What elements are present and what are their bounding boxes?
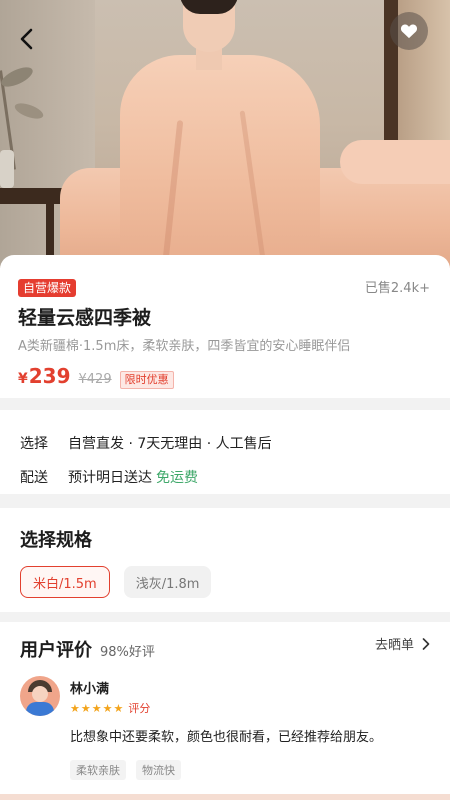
product-title: 轻量云感四季被: [18, 307, 152, 329]
product-subtitle: A类新疆棉·1.5m床，柔软亲肤，四季皆宜的安心睡眠伴侣: [18, 339, 351, 354]
chevron-right-icon: [422, 637, 430, 650]
spec-options: 米白/1.5m 浅灰/1.8m: [20, 566, 430, 598]
service-card[interactable]: 选择 自营直发 · 7天无理由 · 人工售后 配送 预计明日送达 免运费: [0, 410, 450, 494]
original-price: ¥429: [78, 372, 112, 387]
review-tag: 柔软亲肤: [70, 760, 126, 780]
star-icon: ★: [102, 701, 113, 715]
current-price: 239: [28, 364, 71, 388]
review-tags: 柔软亲肤 物流快: [70, 760, 191, 780]
price-currency: ¥: [18, 371, 28, 387]
sold-count: 已售2.4k+: [364, 281, 430, 296]
service-value: 自营直发 · 7天无理由 · 人工售后: [68, 436, 272, 452]
star-icon: ★: [113, 701, 124, 715]
service-row[interactable]: 选择 自营直发 · 7天无理由 · 人工售后: [20, 426, 430, 460]
spec-option-selected[interactable]: 米白/1.5m: [20, 566, 110, 598]
reviewer-name: 林小满: [70, 682, 110, 697]
score-label: 评分: [128, 702, 151, 715]
promo-tag: 限时优惠: [119, 371, 174, 389]
back-arrow-icon: [20, 28, 33, 50]
spec-title: 选择规格: [20, 530, 92, 551]
heart-icon: [400, 24, 418, 39]
review-header: 用户评价 98%好评: [20, 636, 430, 662]
delivery-value: 预计明日送达: [68, 470, 152, 486]
write-review-label: 去晒单: [374, 638, 414, 653]
delivery-label: 配送: [20, 470, 48, 486]
review-card: 用户评价 98%好评 去晒单 林小满 ★ ★ ★ ★ ★ 评分 比想象中还要柔软…: [0, 622, 450, 800]
self-operated-badge: 自营爆款: [18, 279, 77, 297]
hero-vase: [0, 150, 14, 188]
spec-card: 选择规格 米白/1.5m 浅灰/1.8m: [0, 508, 450, 612]
bottom-divider: [0, 794, 450, 800]
hero-pillow: [340, 140, 450, 184]
avatar[interactable]: [20, 676, 60, 716]
delivery-row[interactable]: 配送 预计明日送达 免运费: [20, 460, 430, 494]
review-title: 用户评价: [20, 640, 92, 661]
hero-blanket: [120, 55, 320, 268]
review-text: 比想象中还要柔软，颜色也很耐看，已经推荐给朋友。: [70, 730, 383, 745]
positive-rate: 98%好评: [100, 645, 155, 660]
price-row: ¥ 239 ¥429 限时优惠: [18, 364, 432, 389]
service-label: 选择: [20, 436, 48, 452]
free-shipping-label: 免运费: [156, 470, 198, 486]
star-icon: ★: [91, 701, 102, 715]
back-button[interactable]: [10, 22, 44, 56]
product-info-card: 自营爆款 已售2.4k+ 轻量云感四季被 A类新疆棉·1.5m床，柔软亲肤，四季…: [0, 255, 450, 398]
review-tag: 物流快: [136, 760, 181, 780]
product-hero-image: [0, 0, 450, 268]
write-review-link[interactable]: 去晒单: [375, 634, 430, 653]
star-rating: ★ ★ ★ ★ ★ 评分: [70, 700, 150, 716]
favorite-button[interactable]: [390, 12, 428, 50]
star-icon: ★: [80, 701, 91, 715]
spec-option[interactable]: 浅灰/1.8m: [123, 566, 212, 598]
star-icon: ★: [70, 701, 80, 715]
